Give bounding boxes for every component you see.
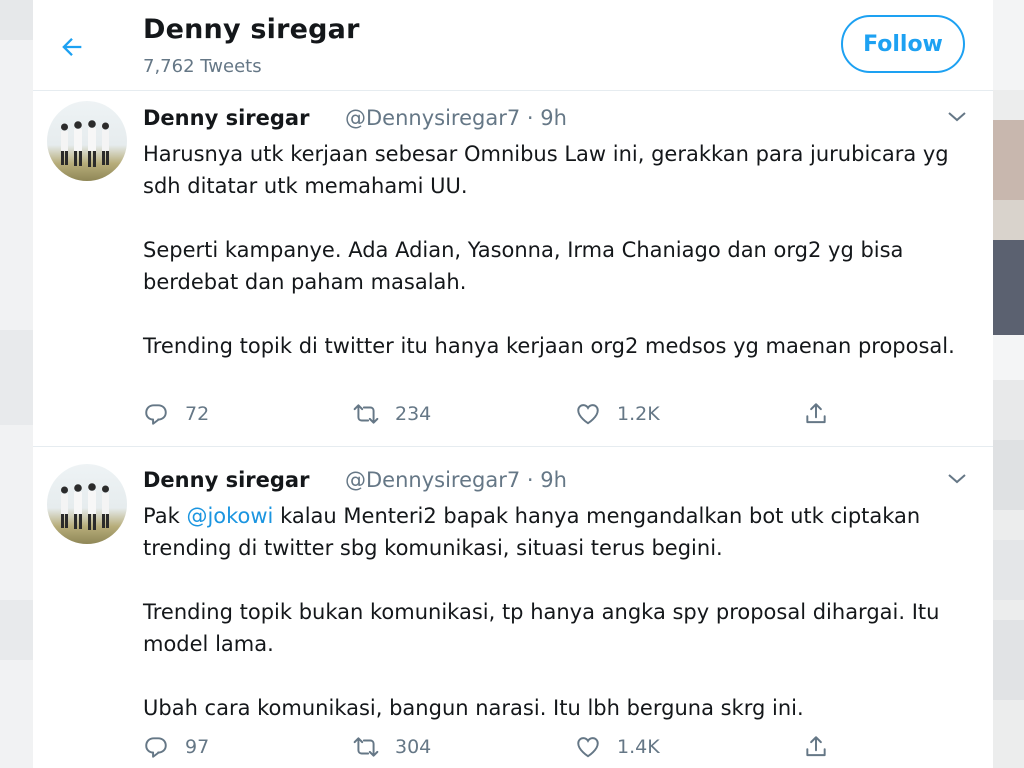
tweet-paragraph: Trending topik bukan komunikasi, tp hany…	[143, 600, 940, 656]
tweet-count: 7,762 Tweets	[143, 56, 262, 77]
mention-link[interactable]: @jokowi	[186, 504, 273, 528]
tweet-paragraph: Harusnya utk kerjaan sebesar Omnibus Law…	[143, 142, 949, 198]
retweet-button[interactable]: 234	[353, 399, 431, 429]
reply-button[interactable]: 72	[143, 399, 209, 429]
back-button[interactable]	[53, 28, 91, 66]
tweet-2[interactable]: Denny siregar @Dennysiregar7 · 9h Pak @j…	[33, 447, 993, 768]
avatar[interactable]	[47, 101, 127, 181]
retweet-button[interactable]: 304	[353, 732, 431, 762]
follow-button[interactable]: Follow	[841, 15, 965, 73]
tweet-paragraph: Trending topik di twitter itu hanya kerj…	[143, 334, 955, 358]
retweet-icon	[353, 737, 379, 757]
like-count: 1.2K	[617, 403, 660, 425]
reply-count: 72	[185, 403, 210, 425]
avatar-photo-icon	[61, 483, 109, 530]
tweet-paragraph: Ubah cara komunikasi, bangun narasi. Itu…	[143, 696, 804, 720]
chevron-down-icon[interactable]	[945, 467, 969, 491]
avatar-photo-icon	[61, 120, 109, 167]
tweet-handle-time[interactable]: @Dennysiregar7 · 9h	[345, 468, 567, 492]
retweet-count: 234	[395, 403, 432, 425]
background-right	[993, 0, 1024, 768]
tweet-author[interactable]: Denny siregar	[143, 468, 309, 492]
timeline-column: Denny siregar 7,762 Tweets Follow Denny …	[33, 0, 993, 768]
reply-icon	[145, 404, 167, 425]
tweet-text: Harusnya utk kerjaan sebesar Omnibus Law…	[143, 138, 963, 362]
profile-header: Denny siregar 7,762 Tweets Follow	[33, 0, 993, 91]
tweet-actions: 72 234 1.2K	[143, 399, 843, 429]
like-button[interactable]: 1.2K	[575, 399, 660, 429]
reply-count: 97	[185, 736, 210, 758]
tweet-actions: 97 304 1.4K	[143, 732, 843, 762]
tweet-handle-time[interactable]: @Dennysiregar7 · 9h	[345, 106, 567, 130]
reply-button[interactable]: 97	[143, 732, 209, 762]
text-prefix: Pak	[143, 504, 187, 528]
tweet-paragraph: Pak @jokowi kalau Menteri2 bapak hanya m…	[143, 500, 963, 564]
reply-icon	[145, 737, 167, 758]
share-icon	[806, 403, 826, 424]
chevron-down-icon[interactable]	[945, 105, 969, 129]
like-button[interactable]: 1.4K	[575, 732, 660, 762]
retweet-icon	[353, 404, 379, 424]
background-left	[0, 0, 33, 768]
tweet-text: Pak @jokowi kalau Menteri2 bapak hanya m…	[143, 500, 963, 724]
tweet-paragraph: Seperti kampanye. Ada Adian, Yasonna, Ir…	[143, 238, 904, 294]
like-count: 1.4K	[617, 736, 660, 758]
heart-icon	[577, 737, 599, 758]
share-button[interactable]	[803, 399, 845, 429]
arrow-left-icon	[62, 38, 82, 56]
avatar[interactable]	[47, 464, 127, 544]
tweet-1[interactable]: Denny siregar @Dennysiregar7 · 9h Harusn…	[33, 91, 993, 447]
share-icon	[806, 736, 826, 757]
tweet-author[interactable]: Denny siregar	[143, 106, 309, 130]
heart-icon	[577, 404, 599, 425]
retweet-count: 304	[395, 736, 432, 758]
profile-name: Denny siregar	[143, 14, 360, 45]
share-button[interactable]	[803, 732, 845, 762]
